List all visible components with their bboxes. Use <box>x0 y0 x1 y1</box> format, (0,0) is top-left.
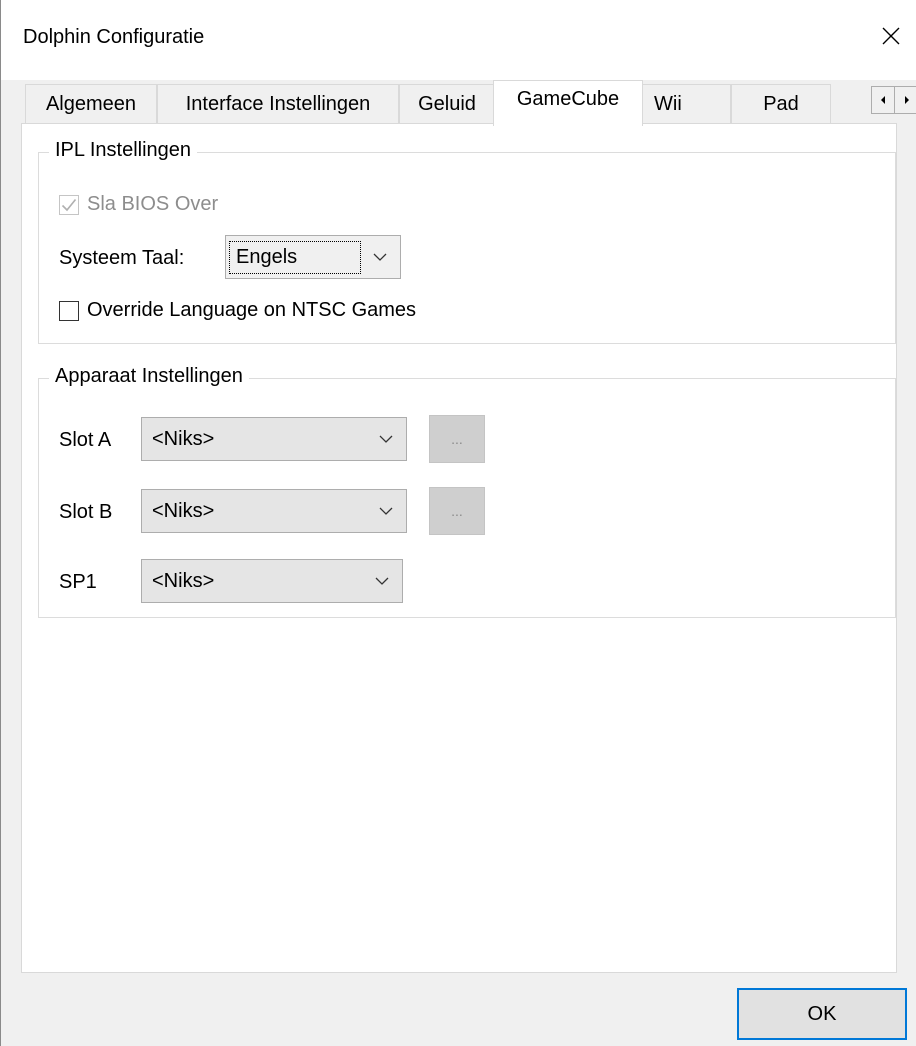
tab-geluid[interactable]: Geluid <box>399 84 495 124</box>
chevron-down-icon <box>366 435 406 443</box>
window-title: Dolphin Configuratie <box>23 26 205 48</box>
tab-pad[interactable]: Pad <box>731 84 831 124</box>
system-language-value: Engels <box>229 240 361 274</box>
skip-bios-checkbox[interactable] <box>59 194 79 215</box>
tab-strip: Algemeen Interface Instellingen Geluid G… <box>25 80 916 126</box>
checkmark-icon <box>61 198 77 211</box>
slot-a-value: <Niks> <box>152 427 215 450</box>
tab-algemeen[interactable]: Algemeen <box>25 84 157 124</box>
tab-scroll-buttons <box>871 86 916 114</box>
close-icon <box>882 27 900 45</box>
tab-label: Algemeen <box>45 93 137 115</box>
ok-button[interactable]: OK <box>737 988 907 1040</box>
ok-label: OK <box>807 1002 837 1025</box>
close-button[interactable] <box>865 14 916 58</box>
tab-label: Interface Instellingen <box>185 93 371 115</box>
slot-b-browse-button[interactable]: ... <box>429 487 485 535</box>
slot-b-select[interactable]: <Niks> <box>141 489 407 533</box>
slot-a-select[interactable]: <Niks> <box>141 417 407 461</box>
slot-b-value: <Niks> <box>152 499 215 522</box>
slot-b-label: Slot B <box>59 501 113 523</box>
tab-scroll-right-button[interactable] <box>895 86 916 114</box>
ipl-group-title: IPL Instellingen <box>49 139 198 162</box>
slot-a-label: Slot A <box>59 429 112 451</box>
slot-a-browse-button[interactable]: ... <box>429 415 485 463</box>
tab-wii[interactable]: Wii <box>641 84 731 124</box>
gamecube-tab-panel: IPL Instellingen Sla BIOS Over Systeem T… <box>21 123 897 973</box>
system-language-label: Systeem Taal: <box>59 247 185 269</box>
chevron-down-icon <box>362 577 402 585</box>
arrow-left-icon <box>881 96 885 104</box>
skip-bios-label: Sla BIOS Over <box>87 193 219 215</box>
chevron-down-icon <box>366 507 406 515</box>
dialog-window: Dolphin Configuratie Algemeen Interface … <box>0 0 916 1046</box>
arrow-right-icon <box>904 96 909 104</box>
title-bar: Dolphin Configuratie <box>1 0 916 80</box>
sp1-value: <Niks> <box>152 569 215 592</box>
override-language-checkbox-row[interactable]: Override Language on NTSC Games <box>59 299 416 322</box>
override-language-checkbox[interactable] <box>59 300 79 321</box>
system-language-select[interactable]: Engels <box>225 235 401 279</box>
tab-label: GameCube <box>516 88 620 110</box>
device-settings-group: Apparaat Instellingen Slot A <Niks> ... … <box>38 365 896 618</box>
override-language-label: Override Language on NTSC Games <box>87 299 417 321</box>
tab-gamecube[interactable]: GameCube <box>493 80 643 126</box>
browse-label: ... <box>451 503 463 519</box>
tab-scroll-left-button[interactable] <box>871 86 895 114</box>
chevron-down-icon <box>360 253 400 261</box>
tab-label: Pad <box>763 93 799 115</box>
skip-bios-checkbox-row[interactable]: Sla BIOS Over <box>59 193 218 216</box>
ipl-settings-group: IPL Instellingen Sla BIOS Over Systeem T… <box>38 139 896 344</box>
browse-label: ... <box>451 431 463 447</box>
tab-label: Geluid <box>418 93 476 115</box>
sp1-select[interactable]: <Niks> <box>141 559 403 603</box>
tab-label: Wii <box>654 93 682 115</box>
device-group-title: Apparaat Instellingen <box>49 365 249 388</box>
tab-interface-instellingen[interactable]: Interface Instellingen <box>157 84 399 124</box>
sp1-label: SP1 <box>59 571 97 593</box>
